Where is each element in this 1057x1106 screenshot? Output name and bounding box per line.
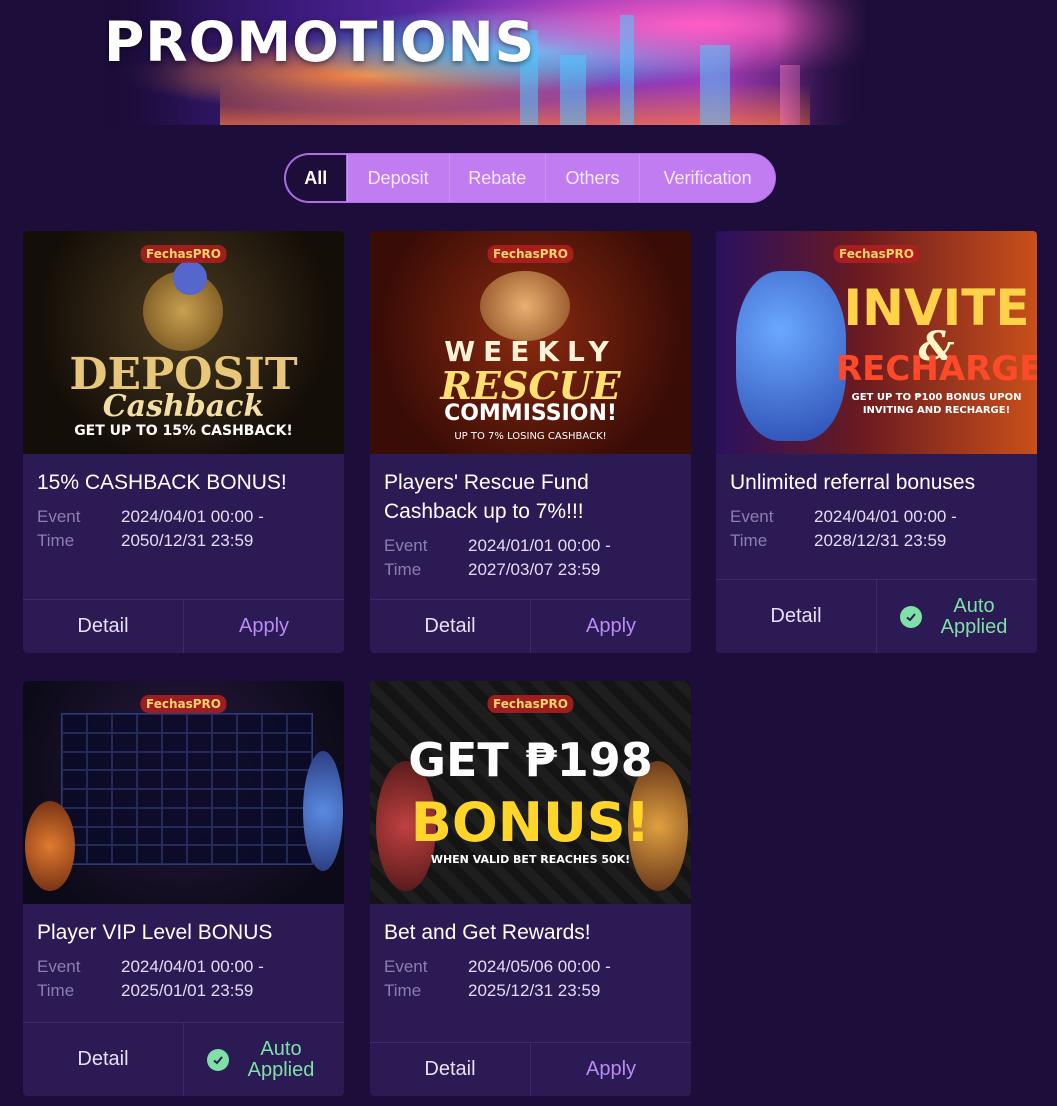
event-end: 2028/12/31 23:59 <box>814 531 947 550</box>
promotion-title: Player VIP Level BONUS <box>37 921 273 944</box>
promotion-image-deposit-cashback[interactable]: FechasPRO DEPOSIT Cashback GET UP TO 15%… <box>23 231 344 454</box>
event-end: 2027/03/07 23:59 <box>468 560 601 579</box>
tab-verification[interactable]: Verification <box>639 154 775 202</box>
detail-button[interactable]: Detail <box>716 580 877 653</box>
promotion-card: FechasPRO WEEKLY RESCUE COMMISSION! UP T… <box>370 231 691 653</box>
event-start: 2024/01/01 00:00 - <box>468 536 611 555</box>
event-label: Event <box>384 536 428 555</box>
event-end: 2025/12/31 23:59 <box>468 981 601 1000</box>
promotions-page: PROMOTIONS All Deposit Rebate Others Ver… <box>0 0 1057 1106</box>
promotion-card: FechasPRO DEPOSIT Cashback GET UP TO 15%… <box>23 231 344 653</box>
time-label: Time <box>37 981 75 1000</box>
detail-button[interactable]: Detail <box>370 1043 531 1096</box>
brand-logo: FechasPRO <box>140 695 227 713</box>
event-start: 2024/05/06 00:00 - <box>468 957 611 976</box>
auto-applied-status: Auto Applied <box>184 1023 344 1096</box>
promotion-image-bet-rewards[interactable]: FechasPRO GET ₱198 BONUS! WHEN VALID BET… <box>370 681 691 904</box>
promotion-card: FechasPRO Player VIP Level BONUS Event 20… <box>23 681 344 1096</box>
promotion-category-tabs: All Deposit Rebate Others Verification <box>285 154 775 202</box>
tab-rebate[interactable]: Rebate <box>448 154 545 202</box>
promotion-card: FechasPRO INVITE & RECHARGE GET UP TO ₱1… <box>716 231 1037 653</box>
check-circle-icon <box>900 605 922 628</box>
tab-deposit[interactable]: Deposit <box>346 154 449 202</box>
time-label: Time <box>37 531 75 550</box>
promotion-image-vip-level[interactable]: FechasPRO <box>23 681 344 904</box>
apply-button[interactable]: Apply <box>531 1043 691 1096</box>
brand-logo: FechasPRO <box>140 245 227 263</box>
check-circle-icon <box>207 1048 229 1071</box>
time-label: Time <box>730 531 768 550</box>
brand-logo: FechasPRO <box>487 245 574 263</box>
time-label: Time <box>384 981 422 1000</box>
event-label: Event <box>730 507 774 526</box>
event-label: Event <box>37 957 81 976</box>
apply-button[interactable]: Apply <box>184 600 344 653</box>
event-start: 2024/04/01 00:00 - <box>814 507 957 526</box>
promotion-title: 15% CASHBACK BONUS! <box>37 471 287 494</box>
promotion-title: Bet and Get Rewards! <box>384 921 591 944</box>
tab-others[interactable]: Others <box>544 154 639 202</box>
event-label: Event <box>384 957 428 976</box>
event-start: 2024/04/01 00:00 - <box>121 957 264 976</box>
page-title: PROMOTIONS <box>104 10 536 74</box>
promotion-image-weekly-rescue[interactable]: FechasPRO WEEKLY RESCUE COMMISSION! UP T… <box>370 231 691 454</box>
event-end: 2025/01/01 23:59 <box>121 981 254 1000</box>
promotion-title: Players' Rescue Fund Cashback up to 7%!!… <box>384 471 589 523</box>
time-label: Time <box>384 560 422 579</box>
tab-all[interactable]: All <box>285 154 347 202</box>
brand-logo: FechasPRO <box>833 245 920 263</box>
promotion-card: FechasPRO GET ₱198 BONUS! WHEN VALID BET… <box>370 681 691 1096</box>
vip-table-graphic <box>61 713 313 865</box>
event-start: 2024/04/01 00:00 - <box>121 507 264 526</box>
event-label: Event <box>37 507 81 526</box>
detail-button[interactable]: Detail <box>23 1023 184 1096</box>
apply-button[interactable]: Apply <box>531 600 691 653</box>
detail-button[interactable]: Detail <box>370 600 531 653</box>
event-end: 2050/12/31 23:59 <box>121 531 254 550</box>
detail-button[interactable]: Detail <box>23 600 184 653</box>
brand-logo: FechasPRO <box>487 695 574 713</box>
promotion-title: Unlimited referral bonuses <box>730 471 976 494</box>
auto-applied-status: Auto Applied <box>877 580 1037 653</box>
promotion-image-invite-recharge[interactable]: FechasPRO INVITE & RECHARGE GET UP TO ₱1… <box>716 231 1037 454</box>
